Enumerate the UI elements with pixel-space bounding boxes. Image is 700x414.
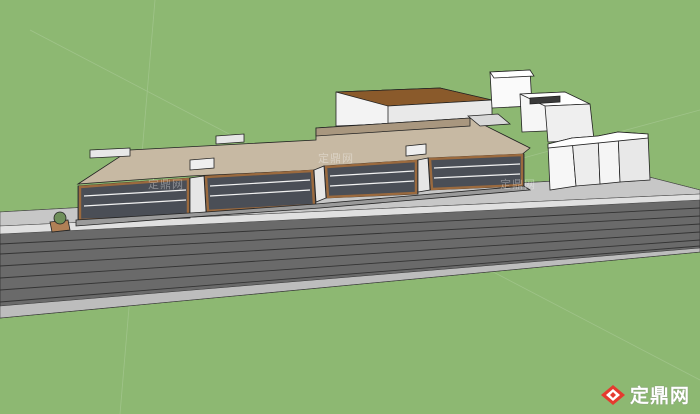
faint-watermark: 定鼎网	[318, 152, 354, 165]
faint-watermark: 定鼎网	[148, 178, 184, 191]
watermark-brand-text: 定鼎网	[629, 385, 690, 407]
diamond-logo-icon	[600, 384, 625, 405]
white-tower-blocks	[547, 131, 651, 191]
faint-watermark: 定鼎网	[500, 178, 536, 191]
watermark: 定鼎网	[600, 381, 690, 408]
architecture-model-view	[0, 0, 700, 414]
